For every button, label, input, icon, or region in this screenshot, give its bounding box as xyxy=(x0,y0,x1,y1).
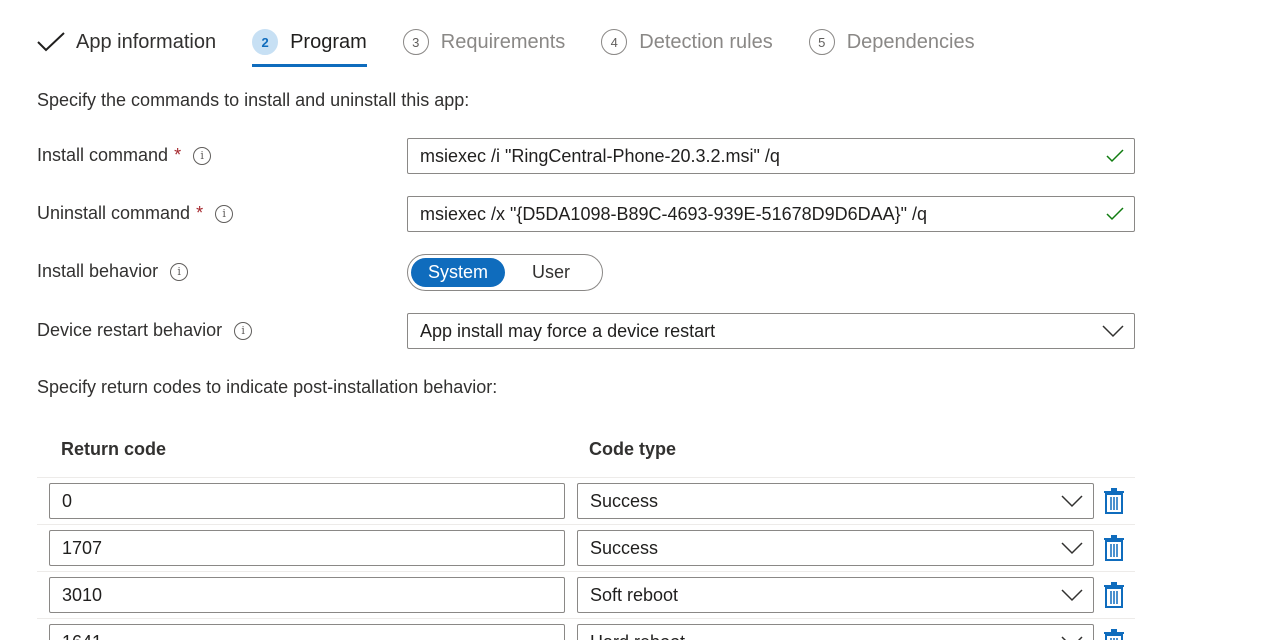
step-detection-rules[interactable]: 4 Detection rules xyxy=(601,24,773,60)
install-command-label-group: Install command * i xyxy=(37,145,212,166)
step-program[interactable]: 2 Program xyxy=(252,24,367,67)
info-icon[interactable]: i xyxy=(234,321,253,340)
info-icon[interactable]: i xyxy=(215,204,234,223)
step-label: App information xyxy=(76,30,217,53)
code-type-dropdown[interactable]: Success xyxy=(577,483,1094,519)
return-codes-intro: Specify return codes to indicate post-in… xyxy=(37,377,498,397)
return-code-value: 3010 xyxy=(62,584,103,605)
table-row: 0 Success xyxy=(37,478,1135,525)
step-number: 4 xyxy=(601,29,628,55)
code-type-dropdown[interactable]: Hard reboot xyxy=(577,624,1094,640)
uninstall-command-input[interactable]: msiexec /x "{D5DA1098-B89C-4693-939E-516… xyxy=(407,196,1135,232)
device-restart-label: Device restart behavior xyxy=(37,320,223,340)
table-row: 3010 Soft reboot xyxy=(37,572,1135,619)
option-system[interactable]: System xyxy=(411,258,505,287)
chevron-down-icon xyxy=(1061,589,1083,602)
step-label: Program xyxy=(290,30,367,53)
chevron-down-icon xyxy=(1061,636,1083,640)
chevron-down-icon xyxy=(1061,495,1083,508)
uninstall-command-label-group: Uninstall command * i xyxy=(37,203,234,224)
step-number: 5 xyxy=(808,29,835,55)
return-code-input[interactable]: 3010 xyxy=(49,577,565,613)
delete-icon[interactable] xyxy=(1103,629,1125,640)
wizard-steps: App information 2 Program 3 Requirements… xyxy=(36,24,1011,68)
return-code-value: 1707 xyxy=(62,537,103,558)
return-code-value: 0 xyxy=(62,490,73,511)
delete-icon[interactable] xyxy=(1103,535,1125,561)
required-asterisk: * xyxy=(174,145,182,165)
step-number: 2 xyxy=(252,29,279,55)
code-type-dropdown[interactable]: Success xyxy=(577,530,1094,566)
table-row: 1707 Success xyxy=(37,525,1135,572)
code-type-value: Success xyxy=(590,490,659,511)
install-command-label: Install command xyxy=(37,145,169,165)
step-label: Dependencies xyxy=(846,30,975,53)
install-behavior-label: Install behavior xyxy=(37,261,159,281)
return-code-input[interactable]: 1641 xyxy=(49,624,565,640)
chevron-down-icon xyxy=(1102,325,1124,338)
code-type-value: Success xyxy=(590,537,659,558)
checkmark-icon xyxy=(37,32,65,52)
uninstall-command-value: msiexec /x "{D5DA1098-B89C-4693-939E-516… xyxy=(420,203,928,224)
step-label: Requirements xyxy=(440,30,566,53)
delete-icon[interactable] xyxy=(1103,582,1125,608)
install-behavior-label-group: Install behavior i xyxy=(37,261,189,282)
device-restart-label-group: Device restart behavior i xyxy=(37,320,253,341)
step-app-information[interactable]: App information xyxy=(36,24,216,60)
column-header-code-type: Code type xyxy=(589,439,677,459)
step-requirements[interactable]: 3 Requirements xyxy=(402,24,566,60)
uninstall-command-label: Uninstall command xyxy=(37,203,191,223)
install-command-value: msiexec /i "RingCentral-Phone-20.3.2.msi… xyxy=(420,145,780,166)
table-row: 1641 Hard reboot xyxy=(37,619,1135,640)
delete-icon[interactable] xyxy=(1103,488,1125,514)
return-codes-table-header: Return code Code type xyxy=(37,426,1135,478)
required-asterisk: * xyxy=(196,203,204,223)
return-code-input[interactable]: 0 xyxy=(49,483,565,519)
chevron-down-icon xyxy=(1061,542,1083,555)
code-type-value: Hard reboot xyxy=(590,632,685,640)
return-code-value: 1641 xyxy=(62,632,102,640)
return-code-input[interactable]: 1707 xyxy=(49,530,565,566)
device-restart-value: App install may force a device restart xyxy=(420,320,716,341)
info-icon[interactable]: i xyxy=(193,146,212,165)
step-number: 3 xyxy=(402,29,429,55)
option-user[interactable]: User xyxy=(505,258,597,287)
commands-intro: Specify the commands to install and unin… xyxy=(37,90,470,110)
code-type-dropdown[interactable]: Soft reboot xyxy=(577,577,1094,613)
code-type-value: Soft reboot xyxy=(590,584,679,605)
valid-check-icon xyxy=(1106,149,1124,163)
step-label: Detection rules xyxy=(639,30,773,53)
step-dependencies[interactable]: 5 Dependencies xyxy=(808,24,975,60)
install-command-input[interactable]: msiexec /i "RingCentral-Phone-20.3.2.msi… xyxy=(407,138,1135,174)
install-behavior-toggle[interactable]: System User xyxy=(407,254,603,291)
column-header-return-code: Return code xyxy=(61,439,167,459)
valid-check-icon xyxy=(1106,207,1124,221)
info-icon[interactable]: i xyxy=(170,262,189,281)
device-restart-dropdown[interactable]: App install may force a device restart xyxy=(407,313,1135,349)
